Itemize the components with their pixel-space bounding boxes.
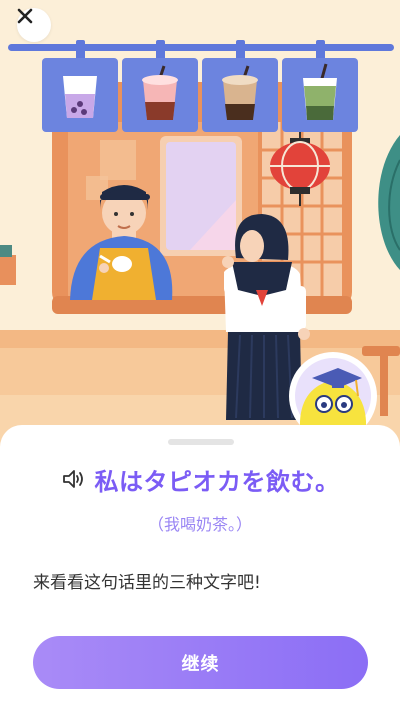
speaker-icon: [62, 470, 83, 488]
sentence-row: 私はタピオカを飲む。: [0, 459, 400, 499]
close-button[interactable]: [17, 8, 51, 42]
japanese-sentence: 私はタピオカを飲む。: [94, 467, 340, 496]
close-icon: [17, 8, 33, 24]
instruction-text: 来看看这句话里的三种文字吧!: [33, 573, 261, 593]
continue-button[interactable]: 继续: [33, 636, 368, 689]
play-audio-button[interactable]: [61, 466, 87, 492]
drag-handle[interactable]: [168, 439, 234, 445]
tea-shop-illustration: [0, 0, 400, 480]
lesson-sheet: 私はタピオカを飲む。 （我喝奶茶。） 来看看这句话里的三种文字吧! 继续: [0, 425, 400, 711]
translation-text: （我喝奶茶。）: [147, 515, 252, 534]
illustration-scene: [0, 0, 400, 480]
